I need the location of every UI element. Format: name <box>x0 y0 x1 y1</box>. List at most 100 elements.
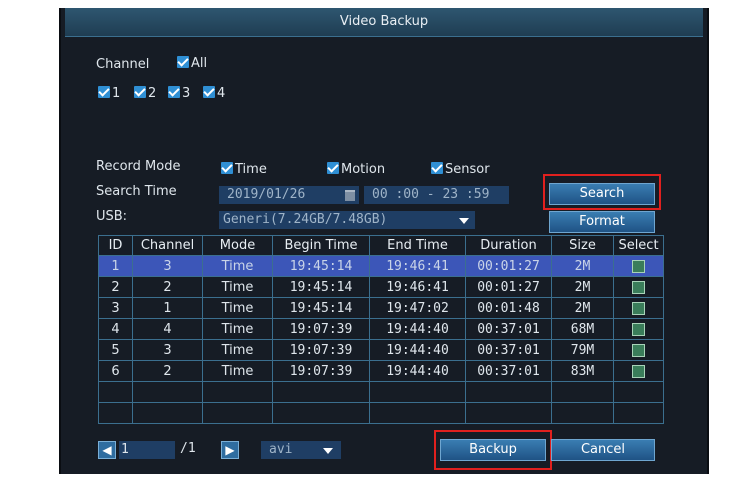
cell-duration: 00:01:27 <box>465 276 552 298</box>
cell-duration: 00:37:01 <box>465 318 552 340</box>
channel-3-checkbox[interactable]: 3 <box>168 86 190 101</box>
cell-mode: Time <box>202 339 273 361</box>
table-row[interactable]: 3 1 Time 19:45:14 19:47:02 00:01:48 2M <box>98 297 664 319</box>
prev-page-button[interactable]: ◀ <box>98 441 116 459</box>
format-button[interactable]: Format <box>549 211 655 233</box>
channel-3-label: 3 <box>182 86 191 101</box>
cell-end-time: 19:47:02 <box>369 297 466 319</box>
cell-size: 83M <box>551 360 614 382</box>
cell-id: 6 <box>98 360 133 382</box>
table-row-empty <box>98 402 664 424</box>
cell-channel: 2 <box>132 360 203 382</box>
chevron-left-icon: ◀ <box>102 443 112 457</box>
cell-mode: Time <box>202 255 273 277</box>
cell-end-time: 19:44:40 <box>369 318 466 340</box>
checkbox-icon <box>177 56 189 68</box>
checkbox-icon <box>327 162 339 174</box>
search-button[interactable]: Search <box>549 183 655 205</box>
cancel-button[interactable]: Cancel <box>551 439 655 461</box>
channel-2-label: 2 <box>148 86 157 101</box>
cell-id: 2 <box>98 276 133 298</box>
col-header-duration: Duration <box>465 235 552 256</box>
cell-size: 2M <box>551 297 614 319</box>
select-checkbox[interactable] <box>632 322 645 336</box>
col-header-channel: Channel <box>132 235 203 256</box>
cell-begin-time: 19:07:39 <box>272 318 370 340</box>
cell-mode: Time <box>202 360 273 382</box>
date-value: 2019/01/26 <box>227 187 306 202</box>
table-row[interactable]: 4 4 Time 19:07:39 19:44:40 00:37:01 68M <box>98 318 664 340</box>
file-format-value: avi <box>269 442 293 457</box>
time-range-value: 00 :00 - 23 :59 <box>372 187 490 202</box>
time-range-field[interactable]: 00 :00 - 23 :59 <box>364 186 509 204</box>
cell-mode: Time <box>202 318 273 340</box>
cell-mode: Time <box>202 276 273 298</box>
window-title: Video Backup <box>65 8 703 37</box>
cell-channel: 1 <box>132 297 203 319</box>
checkbox-icon <box>203 86 215 98</box>
chevron-right-icon: ▶ <box>225 443 235 457</box>
mode-sensor-checkbox[interactable]: Sensor <box>431 162 490 177</box>
cell-size: 79M <box>551 339 614 361</box>
cell-select[interactable] <box>613 360 664 382</box>
cell-select[interactable] <box>613 276 664 298</box>
page-total: /1 <box>180 441 196 456</box>
select-checkbox[interactable] <box>632 364 645 378</box>
checkbox-icon <box>168 86 180 98</box>
mode-motion-checkbox[interactable]: Motion <box>327 162 385 177</box>
record-table: ID Channel Mode Begin Time End Time Dura… <box>98 235 664 424</box>
channel-all-checkbox[interactable]: All <box>177 56 207 71</box>
cell-id: 5 <box>98 339 133 361</box>
mode-time-checkbox[interactable]: Time <box>221 162 267 177</box>
channel-1-checkbox[interactable]: 1 <box>98 86 120 101</box>
date-field[interactable]: 2019/01/26 <box>219 186 359 204</box>
table-row[interactable]: 1 3 Time 19:45:14 19:46:41 00:01:27 2M <box>98 255 664 277</box>
table-header: ID Channel Mode Begin Time End Time Dura… <box>98 235 664 256</box>
cell-id: 3 <box>98 297 133 319</box>
table-row[interactable]: 2 2 Time 19:45:14 19:46:41 00:01:27 2M <box>98 276 664 298</box>
usb-device-value: Generi(7.24GB/7.48GB) <box>223 212 388 227</box>
cell-begin-time: 19:45:14 <box>272 255 370 277</box>
cell-duration: 00:01:27 <box>465 255 552 277</box>
col-header-size: Size <box>551 235 614 256</box>
channel-2-checkbox[interactable]: 2 <box>134 86 156 101</box>
next-page-button[interactable]: ▶ <box>221 441 239 459</box>
cell-select[interactable] <box>613 318 664 340</box>
cell-channel: 2 <box>132 276 203 298</box>
table-row[interactable]: 6 2 Time 19:07:39 19:44:40 00:37:01 83M <box>98 360 664 382</box>
mode-sensor-label: Sensor <box>445 162 490 177</box>
cell-select[interactable] <box>613 339 664 361</box>
cell-mode: Time <box>202 297 273 319</box>
select-checkbox[interactable] <box>632 259 645 273</box>
cell-begin-time: 19:45:14 <box>272 297 370 319</box>
cell-id: 4 <box>98 318 133 340</box>
cell-channel: 3 <box>132 255 203 277</box>
usb-label: USB: <box>96 209 128 224</box>
channel-all-label: All <box>191 56 208 71</box>
checkbox-icon <box>431 162 443 174</box>
cell-select[interactable] <box>613 255 664 277</box>
cell-end-time: 19:46:41 <box>369 255 466 277</box>
select-checkbox[interactable] <box>632 280 645 294</box>
table-row[interactable]: 5 3 Time 19:07:39 19:44:40 00:37:01 79M <box>98 339 664 361</box>
cell-size: 2M <box>551 255 614 277</box>
chevron-down-icon <box>459 218 469 224</box>
video-backup-window: Video Backup Channel All 1 2 3 4 Record … <box>59 8 709 474</box>
select-checkbox[interactable] <box>632 343 645 357</box>
checkbox-icon <box>221 162 233 174</box>
cell-duration: 00:37:01 <box>465 339 552 361</box>
channel-4-label: 4 <box>217 86 226 101</box>
calendar-icon[interactable] <box>345 190 355 201</box>
select-checkbox[interactable] <box>632 301 645 315</box>
usb-device-select[interactable]: Generi(7.24GB/7.48GB) <box>219 211 475 229</box>
page-input[interactable]: 1 <box>119 441 175 459</box>
backup-button[interactable]: Backup <box>440 439 546 461</box>
mode-motion-label: Motion <box>341 162 386 177</box>
page-value: 1 <box>121 442 129 457</box>
cell-select[interactable] <box>613 297 664 319</box>
cell-begin-time: 19:07:39 <box>272 339 370 361</box>
cell-id: 1 <box>98 255 133 277</box>
channel-4-checkbox[interactable]: 4 <box>203 86 225 101</box>
cell-duration: 00:01:48 <box>465 297 552 319</box>
checkbox-icon <box>134 86 146 98</box>
